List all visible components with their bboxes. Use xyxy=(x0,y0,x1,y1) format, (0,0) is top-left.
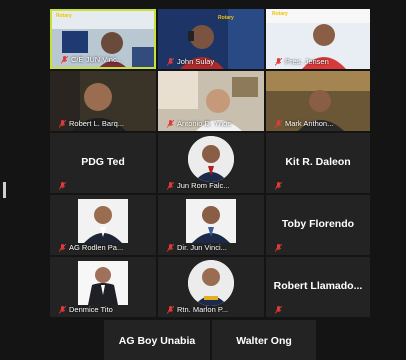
rotary-logo: Rotary xyxy=(218,15,234,21)
participant-tile[interactable]: Jun Rom Falc... xyxy=(158,133,264,193)
participant-name: Denmice Tito xyxy=(69,305,113,314)
mic-muted-icon xyxy=(59,305,66,314)
participant-name: AG Rodlen Pa... xyxy=(69,243,124,252)
participant-name-bar: John Sulay xyxy=(167,57,260,66)
participant-name-bar: Mark Anthon... xyxy=(275,119,366,128)
participant-name-bar: Jun Rom Falc... xyxy=(167,181,260,190)
participant-name: C/E JUN Vinc... xyxy=(71,55,123,64)
participant-name-bar xyxy=(275,182,366,190)
participant-name-bar: Pres. Jensen xyxy=(275,57,366,66)
participant-tile[interactable]: Robert Llamado... xyxy=(266,257,370,317)
participant-tile[interactable]: Rtn. Marlon P... xyxy=(158,257,264,317)
participant-name: Robert L. Barq... xyxy=(69,119,125,128)
participant-name-bar: Rtn. Marlon P... xyxy=(167,305,260,314)
participant-tile[interactable]: Rotary Pres. Jensen xyxy=(266,9,370,69)
participant-tile[interactable]: Rotary John Sulay xyxy=(158,9,264,69)
participant-tile[interactable]: Dir. Jun Vinci... xyxy=(158,195,264,255)
participant-name-bar: Robert L. Barq... xyxy=(59,119,152,128)
participant-display-name: Toby Florendo xyxy=(281,217,355,230)
profile-photo xyxy=(188,260,234,306)
participant-display-name: Walter Ong xyxy=(236,335,292,348)
participant-name-bar: Antonio D. Ynoc xyxy=(167,119,260,128)
participant-tile[interactable]: AG Rodlen Pa... xyxy=(50,195,156,255)
participant-name: Antonio D. Ynoc xyxy=(177,119,232,128)
participant-tile[interactable]: Denmice Tito xyxy=(50,257,156,317)
profile-photo xyxy=(186,199,236,243)
participant-tile[interactable]: PDG Ted xyxy=(50,133,156,193)
participant-name-bar: C/E JUN Vinc... xyxy=(61,55,150,64)
participant-tile[interactable]: AG Boy Unabia xyxy=(104,320,210,360)
participant-display-name: AG Boy Unabia xyxy=(118,335,196,348)
mic-muted-icon xyxy=(167,305,174,314)
participant-tile[interactable]: Robert L. Barq... xyxy=(50,71,156,131)
mic-muted-icon xyxy=(61,55,68,64)
rotary-logo: Rotary xyxy=(272,11,288,17)
participant-name-bar: AG Rodlen Pa... xyxy=(59,243,152,252)
mic-muted-icon xyxy=(59,182,66,190)
participant-name-bar: Dir. Jun Vinci... xyxy=(167,243,260,252)
participant-tile[interactable]: Toby Florendo xyxy=(266,195,370,255)
mic-muted-icon xyxy=(275,306,282,314)
participant-name: Mark Anthon... xyxy=(285,119,334,128)
participant-name: Pres. Jensen xyxy=(285,57,329,66)
participant-name-bar: Denmice Tito xyxy=(59,305,152,314)
mic-muted-icon xyxy=(275,244,282,252)
participant-tile[interactable]: Antonio D. Ynoc xyxy=(158,71,264,131)
profile-photo xyxy=(78,261,128,305)
participant-name-bar xyxy=(59,182,152,190)
participant-name-bar xyxy=(275,244,366,252)
mic-muted-icon xyxy=(167,119,174,128)
participant-tile[interactable]: Walter Ong xyxy=(212,320,316,360)
profile-photo xyxy=(78,199,128,243)
participant-tile[interactable]: Mark Anthon... xyxy=(266,71,370,131)
mic-muted-icon xyxy=(167,243,174,252)
participant-name: Rtn. Marlon P... xyxy=(177,305,229,314)
resize-handle[interactable] xyxy=(3,182,6,198)
participant-name: Dir. Jun Vinci... xyxy=(177,243,227,252)
mic-muted-icon xyxy=(167,57,174,66)
mic-muted-icon xyxy=(275,182,282,190)
participant-display-name: Kit R. Daleon xyxy=(285,155,351,168)
mic-muted-icon xyxy=(275,119,282,128)
mic-muted-icon xyxy=(167,181,174,190)
mic-muted-icon xyxy=(59,119,66,128)
participant-name-bar xyxy=(275,306,366,314)
participant-display-name: Robert Llamado... xyxy=(273,279,363,292)
profile-photo xyxy=(188,136,234,182)
mic-muted-icon xyxy=(275,57,282,66)
participant-name: John Sulay xyxy=(177,57,215,66)
rotary-logo: Rotary xyxy=(56,13,72,19)
participant-display-name: PDG Ted xyxy=(81,155,125,168)
participant-tile[interactable]: Kit R. Daleon xyxy=(266,133,370,193)
participant-name: Jun Rom Falc... xyxy=(177,181,230,190)
participant-tile[interactable]: Rotary C/E JUN Vinc... xyxy=(50,9,156,69)
mic-muted-icon xyxy=(59,243,66,252)
